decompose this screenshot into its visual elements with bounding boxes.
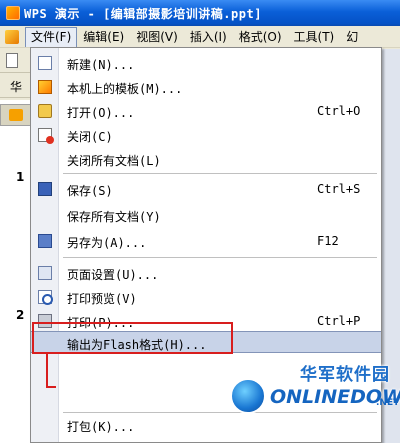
menu-item-save[interactable]: 保存(S) Ctrl+S bbox=[31, 178, 381, 200]
new-document-icon[interactable] bbox=[6, 53, 18, 68]
menu-shortcut: F12 bbox=[317, 234, 339, 248]
menu-item-label: 关闭所有文档(L) bbox=[67, 154, 161, 168]
save-as-icon bbox=[38, 234, 52, 248]
menu-shortcut: Ctrl+S bbox=[317, 182, 361, 196]
menu-item-label: 关闭(C) bbox=[67, 130, 113, 144]
template-icon bbox=[38, 80, 52, 94]
menu-item-label: 保存(S) bbox=[67, 184, 113, 198]
menu-view[interactable]: 视图(V) bbox=[130, 27, 184, 47]
slide-number[interactable]: 1 bbox=[16, 170, 24, 184]
menu-item-print-preview[interactable]: 打印预览(V) bbox=[31, 286, 381, 308]
new-document-icon bbox=[38, 56, 52, 70]
menu-separator bbox=[63, 257, 377, 258]
menu-item-label: 页面设置(U)... bbox=[67, 268, 159, 282]
globe-icon bbox=[230, 378, 266, 414]
menu-item-label: 打印预览(V) bbox=[67, 292, 137, 306]
menu-item-label: 打开(O)... bbox=[67, 106, 135, 120]
annotation-line bbox=[46, 386, 56, 388]
menu-file[interactable]: 文件(F) bbox=[25, 26, 78, 47]
menu-format[interactable]: 格式(O) bbox=[233, 27, 288, 47]
menu-item-label: 保存所有文档(Y) bbox=[67, 210, 161, 224]
slide-number[interactable]: 2 bbox=[16, 308, 24, 322]
menu-item-label: 本机上的模板(M)... bbox=[67, 82, 183, 96]
menu-item-new[interactable]: 新建(N)... bbox=[31, 52, 381, 74]
page-setup-icon bbox=[38, 266, 52, 280]
watermark-cn: 华军软件园 bbox=[300, 365, 390, 385]
window-title: WPS 演示 - [编辑部摄影培训讲稿.ppt] bbox=[24, 6, 262, 21]
menu-slideshow[interactable]: 幻 bbox=[340, 27, 364, 47]
open-folder-icon bbox=[38, 104, 52, 118]
outline-tab[interactable] bbox=[0, 104, 32, 126]
save-icon bbox=[38, 182, 52, 196]
menu-shortcut: Ctrl+O bbox=[317, 104, 361, 118]
menu-separator bbox=[63, 173, 377, 174]
menu-item-open[interactable]: 打开(O)... Ctrl+O bbox=[31, 100, 381, 122]
menu-item-save-all[interactable]: 保存所有文档(Y) bbox=[31, 204, 381, 226]
menu-insert[interactable]: 插入(I) bbox=[184, 27, 233, 47]
menu-item-label: 新建(N)... bbox=[67, 58, 135, 72]
annotation-box bbox=[32, 322, 233, 354]
watermark-net: .NET bbox=[376, 398, 400, 408]
annotation-line bbox=[46, 354, 48, 388]
menu-item-save-as[interactable]: 另存为(A)... F12 bbox=[31, 230, 381, 252]
menubar-grip[interactable] bbox=[3, 28, 21, 46]
menu-tools[interactable]: 工具(T) bbox=[288, 27, 341, 47]
menu-item-close[interactable]: 关闭(C) bbox=[31, 124, 381, 146]
menu-item-local-templates[interactable]: 本机上的模板(M)... bbox=[31, 76, 381, 98]
font-name-fragment[interactable]: 华 bbox=[10, 78, 22, 95]
slides-icon bbox=[9, 109, 23, 121]
menu-item-label: 打包(K)... bbox=[67, 420, 135, 434]
print-preview-icon bbox=[38, 290, 53, 305]
close-document-icon bbox=[38, 128, 54, 144]
menu-item-close-all[interactable]: 关闭所有文档(L) bbox=[31, 148, 381, 170]
menu-shortcut: Ctrl+P bbox=[317, 314, 361, 328]
app-menu-icon bbox=[5, 29, 19, 44]
wps-logo-icon bbox=[6, 6, 20, 20]
menu-item-page-setup[interactable]: 页面设置(U)... bbox=[31, 262, 381, 284]
title-bar: WPS 演示 - [编辑部摄影培训讲稿.ppt] bbox=[0, 0, 400, 26]
menu-edit[interactable]: 编辑(E) bbox=[77, 27, 130, 47]
menu-item-label: 另存为(A)... bbox=[67, 236, 147, 250]
watermark: 华军软件园 ONLINEDOWN .NET bbox=[228, 360, 400, 422]
menu-bar: 文件(F) 编辑(E) 视图(V) 插入(I) 格式(O) 工具(T) 幻 bbox=[0, 26, 400, 48]
